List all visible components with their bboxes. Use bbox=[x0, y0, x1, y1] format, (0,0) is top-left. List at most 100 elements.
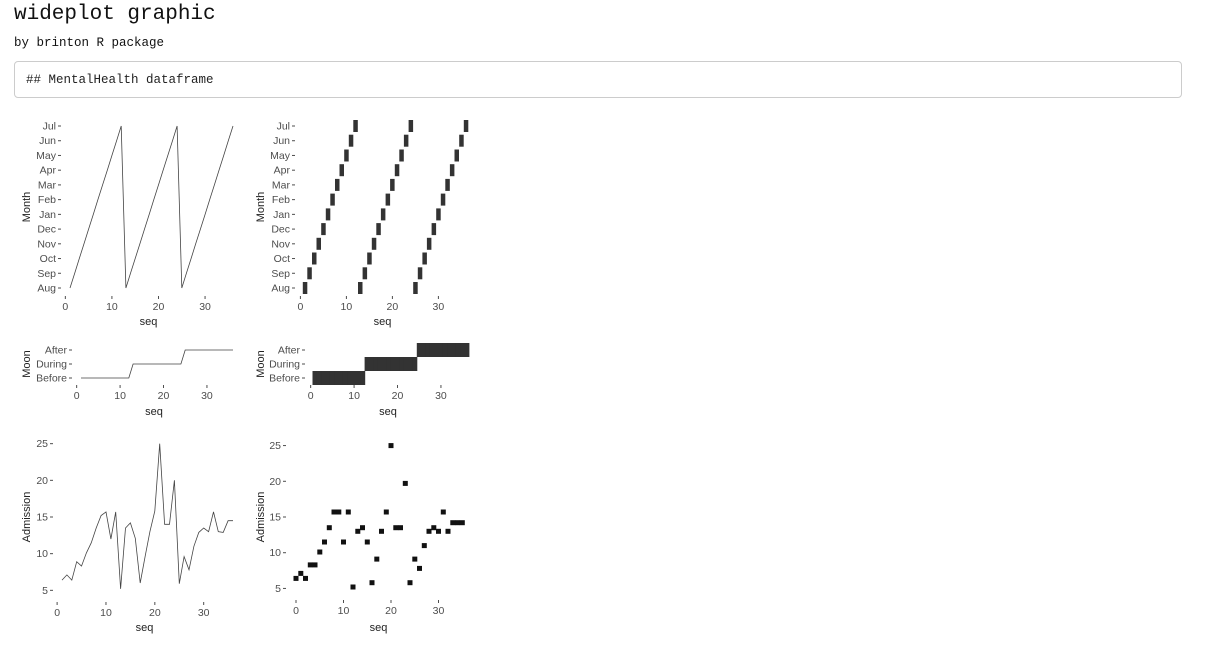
x-axis-title: seq bbox=[370, 622, 388, 634]
chart-moon-line: Before During After 0 10 20 30 seq Moon bbox=[21, 345, 233, 418]
series-line bbox=[61, 443, 233, 589]
tile bbox=[321, 223, 326, 236]
x-axis-title: seq bbox=[379, 406, 397, 418]
y-tick-label: During bbox=[269, 359, 300, 371]
tile bbox=[351, 371, 357, 385]
tile bbox=[325, 208, 331, 221]
y-tick-label: Aug bbox=[37, 283, 56, 295]
tile bbox=[417, 267, 423, 280]
y-axis-title: Moon bbox=[21, 350, 33, 378]
tile bbox=[438, 343, 444, 357]
data-point bbox=[388, 443, 394, 449]
y-tick-label: Apr bbox=[274, 165, 291, 177]
tile bbox=[307, 267, 312, 280]
y-tick-label: Nov bbox=[271, 238, 290, 250]
tile bbox=[330, 193, 335, 206]
y-tick-label: Mar bbox=[272, 179, 291, 191]
y-tick-label: Mar bbox=[38, 179, 57, 191]
tile bbox=[422, 252, 427, 265]
y-tick-label: 20 bbox=[36, 475, 48, 487]
y-axis-title: Moon bbox=[255, 350, 267, 378]
data-point bbox=[350, 584, 356, 590]
data-point bbox=[455, 520, 460, 526]
y-tick-label: 10 bbox=[36, 548, 48, 560]
y-tick-label: 15 bbox=[269, 512, 281, 524]
data-point bbox=[374, 556, 380, 562]
y-tick-label: Oct bbox=[274, 253, 290, 265]
data-point bbox=[383, 509, 389, 515]
y-tick-label: Jan bbox=[273, 209, 290, 221]
tile bbox=[377, 357, 383, 371]
tile bbox=[356, 371, 361, 385]
x-tick-label: 10 bbox=[100, 607, 112, 619]
tile bbox=[449, 164, 455, 177]
x-axis-title: seq bbox=[374, 316, 392, 328]
tile bbox=[399, 149, 404, 162]
y-tick-label: During bbox=[36, 359, 67, 371]
y-tick-label: Sep bbox=[37, 268, 56, 280]
tile bbox=[380, 208, 386, 221]
x-tick-label: 0 bbox=[74, 390, 80, 402]
tile bbox=[463, 120, 469, 132]
data-point bbox=[379, 528, 384, 534]
tile bbox=[445, 178, 450, 191]
x-tick-label: 0 bbox=[297, 301, 303, 313]
data-point bbox=[417, 565, 422, 571]
y-tick-label: Nov bbox=[37, 238, 56, 250]
tile bbox=[358, 282, 363, 294]
y-tick-label: Oct bbox=[40, 253, 56, 265]
tile bbox=[376, 223, 381, 236]
tile bbox=[390, 357, 396, 371]
tile bbox=[371, 237, 377, 250]
y-tick-label: Feb bbox=[38, 194, 56, 206]
y-tick-label: Apr bbox=[40, 165, 57, 177]
data-point bbox=[459, 520, 465, 526]
tile bbox=[395, 357, 400, 371]
data-point bbox=[440, 509, 446, 515]
tile bbox=[344, 149, 349, 162]
data-point bbox=[450, 520, 456, 526]
data-point bbox=[326, 525, 332, 531]
data-point bbox=[426, 528, 432, 534]
y-tick-label: 20 bbox=[269, 476, 281, 488]
tile bbox=[431, 223, 437, 236]
tile bbox=[421, 343, 426, 357]
tile bbox=[408, 357, 413, 371]
data-point bbox=[360, 525, 365, 531]
x-tick-label: 0 bbox=[54, 607, 60, 619]
y-tick-label: Dec bbox=[37, 224, 56, 236]
tile bbox=[338, 371, 344, 385]
data-point bbox=[431, 525, 437, 531]
tile bbox=[348, 134, 354, 147]
x-tick-label: 10 bbox=[114, 390, 126, 402]
tile bbox=[362, 267, 368, 280]
y-tick-label: Jun bbox=[39, 135, 56, 147]
series-line bbox=[81, 349, 233, 379]
tile bbox=[316, 371, 322, 385]
tile bbox=[413, 282, 418, 294]
data-point bbox=[336, 509, 342, 515]
x-tick-label: 0 bbox=[308, 390, 314, 402]
tile bbox=[364, 357, 370, 371]
data-point bbox=[436, 528, 441, 534]
data-point bbox=[355, 528, 361, 534]
tile bbox=[329, 371, 335, 385]
tile bbox=[403, 134, 409, 147]
tile bbox=[367, 252, 372, 265]
tile bbox=[416, 343, 422, 357]
tile bbox=[312, 252, 317, 265]
x-tick-label: 10 bbox=[338, 605, 350, 617]
y-tick-label: May bbox=[270, 150, 291, 162]
x-tick-label: 0 bbox=[62, 301, 68, 313]
x-tick-label: 20 bbox=[149, 607, 161, 619]
y-tick-label: 5 bbox=[42, 585, 48, 597]
y-tick-label: Jan bbox=[39, 209, 56, 221]
tile bbox=[335, 178, 340, 191]
data-point bbox=[303, 575, 308, 581]
series-line bbox=[69, 125, 234, 289]
y-axis-title: Month bbox=[255, 192, 267, 223]
tile bbox=[382, 357, 387, 371]
tile bbox=[385, 193, 391, 206]
code-output-box: ## MentalHealth dataframe bbox=[14, 61, 1182, 98]
tile bbox=[347, 371, 353, 385]
